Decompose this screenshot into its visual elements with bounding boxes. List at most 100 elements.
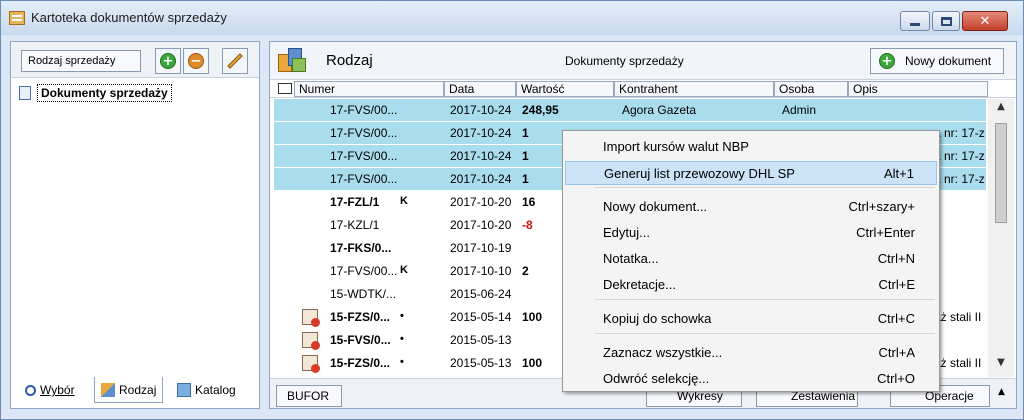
menu-item-label: Dekretacje... bbox=[603, 277, 676, 292]
menu-item-shortcut: Ctrl+Enter bbox=[856, 225, 915, 240]
close-icon: ✕ bbox=[979, 13, 991, 29]
menu-item[interactable]: Kopiuj do schowka Ctrl+C bbox=[565, 307, 937, 331]
cell-data: 2015-05-13 bbox=[450, 333, 512, 347]
menu-item-shortcut: Ctrl+szary+ bbox=[848, 199, 915, 214]
menu-item-label: Notatka... bbox=[603, 251, 659, 266]
menu-item[interactable]: Nowy dokument... Ctrl+szary+ bbox=[565, 195, 937, 219]
cell-data: 2017-10-10 bbox=[450, 264, 512, 278]
main-window: Kartoteka dokumentów sprzedaży ✕ Rodzaj … bbox=[0, 0, 1024, 420]
menu-item[interactable]: Generuj list przewozowy DHL SP Alt+1 bbox=[565, 161, 937, 185]
col-numer[interactable]: Numer bbox=[294, 81, 444, 97]
menu-item[interactable]: Import kursów walut NBP bbox=[565, 135, 937, 159]
right-header: Rodzaj Dokumenty sprzedaży + Nowy dokume… bbox=[270, 42, 1016, 80]
left-tabs: Wybór Rodzaj Katalog bbox=[10, 375, 260, 405]
scroll-up-icon[interactable]: ▲ bbox=[992, 101, 1010, 119]
cell-osoba: Admin bbox=[782, 103, 817, 117]
cell-numer: 17-FVS/00... bbox=[330, 126, 398, 140]
minimize-icon bbox=[910, 23, 920, 26]
menu-item[interactable]: Notatka... Ctrl+N bbox=[565, 247, 937, 271]
plus-icon: + bbox=[879, 53, 895, 69]
row-flag: K bbox=[400, 264, 408, 276]
cell-wartosc: 100 bbox=[522, 310, 543, 324]
cell-data: 2017-10-19 bbox=[450, 241, 512, 255]
document-status-icon bbox=[302, 355, 320, 373]
cell-data: 2015-05-13 bbox=[450, 356, 512, 370]
menu-item[interactable]: Zaznacz wszystkie... Ctrl+A bbox=[565, 341, 937, 365]
document-icon bbox=[19, 86, 31, 100]
cell-numer: 15-FVS/0... bbox=[330, 333, 391, 347]
cell-kontrahent: Agora Gazeta bbox=[622, 103, 697, 117]
new-document-button[interactable]: + Nowy dokument bbox=[870, 48, 1004, 74]
select-all-checkbox[interactable] bbox=[278, 83, 292, 94]
cell-numer: 17-FVS/00... bbox=[330, 149, 398, 163]
magnifier-icon bbox=[25, 384, 36, 396]
tree-item-dokumenty-sprzedazy[interactable]: Dokumenty sprzedaży bbox=[19, 84, 172, 102]
cell-data: 2017-10-24 bbox=[450, 103, 512, 117]
col-opis[interactable]: Opis bbox=[848, 81, 988, 97]
cell-numer: 15-FZS/0... bbox=[330, 356, 391, 370]
panel-subtitle: Dokumenty sprzedaży bbox=[565, 54, 684, 68]
menu-item-label: Zaznacz wszystkie... bbox=[603, 345, 723, 360]
cell-wartosc: 1 bbox=[522, 172, 529, 186]
rodzaj-header-icon bbox=[278, 48, 306, 74]
vertical-scrollbar[interactable]: ▲ ▼ bbox=[988, 99, 1014, 377]
col-kontrahent[interactable]: Kontrahent bbox=[614, 81, 774, 97]
tab-katalog[interactable]: Katalog bbox=[170, 377, 243, 403]
row-flag: • bbox=[400, 356, 404, 368]
cell-data: 2015-06-24 bbox=[450, 287, 512, 301]
tab-label: Rodzaj bbox=[119, 382, 157, 397]
menu-separator bbox=[595, 333, 935, 334]
row-flag: • bbox=[400, 310, 404, 322]
table-row[interactable]: 17-FVS/00... 2017-10-24 248,95 Agora Gazeta… bbox=[274, 99, 986, 121]
caret-up-icon[interactable]: ▲ bbox=[998, 387, 1005, 397]
scroll-down-icon[interactable]: ▼ bbox=[992, 357, 1010, 375]
context-menu: Import kursów walut NBP Generuj list prze… bbox=[562, 130, 940, 392]
col-osoba[interactable]: Osoba bbox=[774, 81, 848, 97]
menu-item-shortcut: Ctrl+O bbox=[877, 371, 915, 386]
cell-numer: 17-FVS/00... bbox=[330, 103, 398, 117]
tab-label: Katalog bbox=[195, 383, 236, 397]
menu-item[interactable]: Odwróć selekcję... Ctrl+O bbox=[565, 367, 937, 391]
menu-item-label: Nowy dokument... bbox=[603, 199, 708, 214]
menu-item-label: Generuj list przewozowy DHL SP bbox=[604, 166, 795, 181]
menu-item-label: Odwróć selekcję... bbox=[603, 371, 710, 386]
minimize-button[interactable] bbox=[900, 11, 930, 31]
remove-button[interactable]: − bbox=[183, 48, 209, 74]
maximize-icon bbox=[940, 16, 952, 26]
tab-label: Wybór bbox=[40, 383, 75, 397]
menu-item-label: Kopiuj do schowka bbox=[603, 311, 712, 326]
col-data[interactable]: Data bbox=[444, 81, 516, 97]
cell-opis: a nr: 17-z bbox=[934, 149, 985, 163]
tree-item-label: Dokumenty sprzedaży bbox=[37, 84, 172, 102]
menu-item-shortcut: Ctrl+A bbox=[878, 345, 915, 360]
bufor-button[interactable]: BUFOR bbox=[276, 385, 342, 407]
cell-data: 2017-10-20 bbox=[450, 218, 512, 232]
add-button[interactable]: + bbox=[155, 48, 181, 74]
tab-rodzaj[interactable]: Rodzaj bbox=[94, 377, 164, 403]
scroll-thumb[interactable] bbox=[995, 123, 1007, 223]
rodzaj-sprzedazy-button[interactable]: Rodzaj sprzedaży bbox=[21, 50, 141, 72]
cell-numer: 17-FKS/0... bbox=[330, 241, 392, 255]
menu-item[interactable]: Edytuj... Ctrl+Enter bbox=[565, 221, 937, 245]
maximize-button[interactable] bbox=[932, 11, 960, 31]
cell-numer: 17-FZL/1 bbox=[330, 195, 380, 209]
app-icon bbox=[9, 11, 25, 25]
cell-numer: 15-FZS/0... bbox=[330, 310, 391, 324]
menu-item-shortcut: Ctrl+E bbox=[878, 277, 915, 292]
col-wartosc[interactable]: Wartość bbox=[516, 81, 614, 97]
menu-item[interactable]: Dekretacje... Ctrl+E bbox=[565, 273, 937, 297]
cell-numer: 17-FVS/00... bbox=[330, 264, 398, 278]
tab-wybor[interactable]: Wybór bbox=[18, 377, 82, 403]
cell-numer: 17-KZL/1 bbox=[330, 218, 380, 232]
rodzaj-icon bbox=[101, 382, 115, 397]
folder-icon bbox=[177, 383, 191, 397]
close-button[interactable]: ✕ bbox=[962, 11, 1008, 31]
minus-icon: − bbox=[188, 53, 204, 69]
cell-data: 2017-10-20 bbox=[450, 195, 512, 209]
cell-data: 2017-10-24 bbox=[450, 149, 512, 163]
document-status-icon bbox=[302, 309, 320, 327]
cell-wartosc: -8 bbox=[522, 218, 533, 232]
left-toolbar: Rodzaj sprzedaży + − bbox=[11, 42, 259, 78]
cell-data: 2017-10-24 bbox=[450, 126, 512, 140]
edit-button[interactable] bbox=[222, 48, 248, 74]
